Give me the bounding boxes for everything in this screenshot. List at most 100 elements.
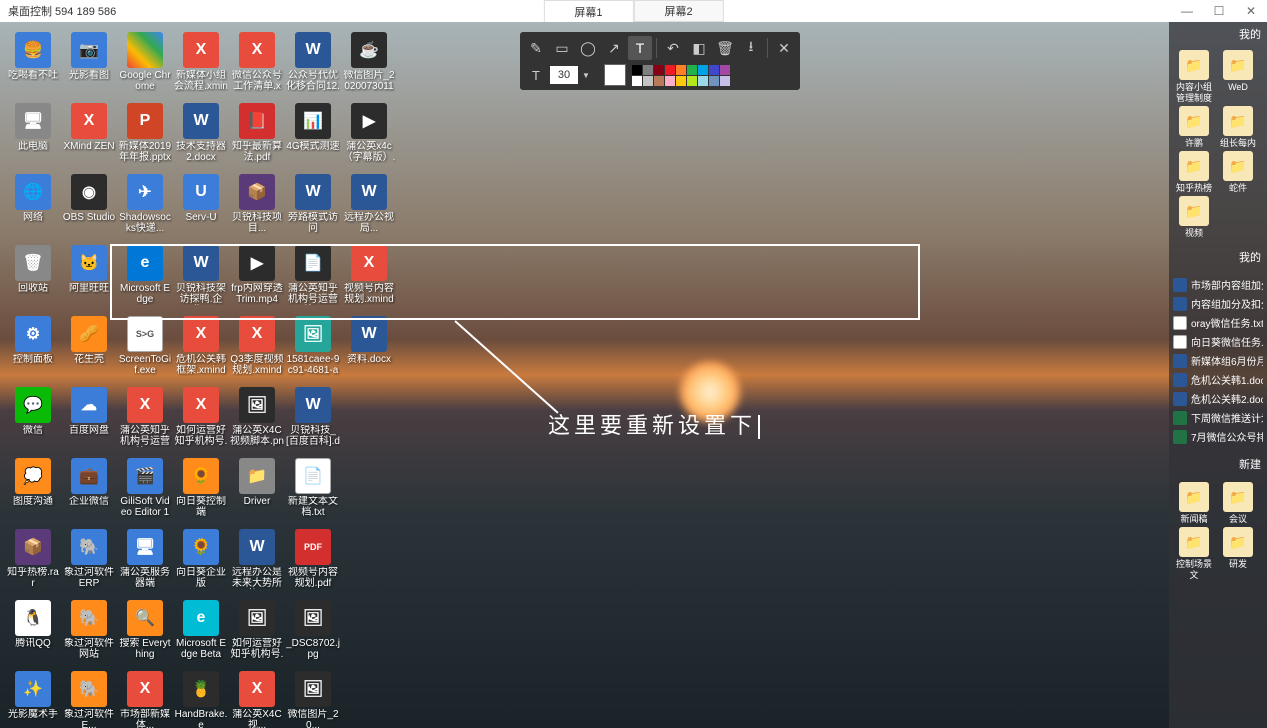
desktop-icon[interactable]: 🖼1581caee-9c91-4681-a0... (285, 316, 341, 387)
desktop-icon[interactable]: 🖼蒲公英X4C视频脚本.png (229, 387, 285, 458)
palette-color[interactable] (643, 65, 653, 75)
desktop-icon[interactable]: ⚙控制面板 (5, 316, 61, 387)
desktop-icon[interactable]: 🐘象过河软件E... (61, 671, 117, 728)
desktop-icon[interactable]: 🎬GiliSoft Video Editor 11... (117, 458, 173, 529)
desktop-icon[interactable]: 🐧腾讯QQ (5, 600, 61, 671)
rp-folder[interactable]: 📁研发 (1217, 527, 1259, 581)
desktop-icon[interactable]: 🖼微信图片_20... (285, 671, 341, 728)
desktop-icon[interactable]: 🔍搜索 Everything (117, 600, 173, 671)
desktop-icon[interactable]: 🖼如何运营好知乎机构号.png (229, 600, 285, 671)
tool-arrow[interactable]: ↗ (602, 36, 626, 60)
palette-color[interactable] (643, 76, 653, 86)
desktop-icon[interactable]: eMicrosoft Edge (117, 245, 173, 316)
desktop-icon[interactable]: 🖥此电脑 (5, 103, 61, 174)
desktop-icon[interactable]: Google Chrome (117, 32, 173, 103)
delete-button[interactable]: 🗑 (713, 36, 737, 60)
desktop-icon[interactable]: ✈Shadowsocks快递... (117, 174, 173, 245)
desktop-icon[interactable]: W旁路模式访问 (285, 174, 341, 245)
rp-file[interactable]: 危机公关韩1.docx (1173, 370, 1263, 389)
desktop-icon[interactable]: X市场部新媒体... (117, 671, 173, 728)
current-color-swatch[interactable] (604, 64, 626, 86)
desktop-icon[interactable]: W技术支持器2.docx (173, 103, 229, 174)
desktop-icon[interactable]: W公众号代优化移合同12.d... (285, 32, 341, 103)
desktop-icon[interactable]: W远程办公视局... (341, 174, 397, 245)
undo-button[interactable]: ↶ (661, 36, 685, 60)
desktop-icon[interactable]: 🐱阿里旺旺 (61, 245, 117, 316)
palette-color[interactable] (698, 76, 708, 86)
palette-color[interactable] (698, 65, 708, 75)
palette-color[interactable] (720, 76, 730, 86)
palette-color[interactable] (676, 65, 686, 75)
annotation-text[interactable]: 这里要重新设置下 (548, 408, 760, 440)
desktop-icon[interactable]: 🗑回收站 (5, 245, 61, 316)
rp-folder[interactable]: 📁新闻稿 (1173, 482, 1215, 525)
rp-folder[interactable]: 📁内容小组管理制度 (1173, 50, 1215, 104)
desktop-icon[interactable]: 🌐网络 (5, 174, 61, 245)
cancel-button[interactable]: ✕ (772, 36, 796, 60)
remote-desktop[interactable]: 🍔吃喝看不吐📷光影看图Google ChromeX新媒体小组会流程.xmindX… (0, 22, 1267, 728)
rp-file[interactable]: 内容组加分及扣分 (1173, 294, 1263, 313)
palette-color[interactable] (709, 76, 719, 86)
palette-color[interactable] (709, 65, 719, 75)
desktop-icon[interactable]: 📊4G模式测速 (285, 103, 341, 174)
download-button[interactable]: ⭳ (739, 36, 763, 60)
desktop-icon[interactable]: X微信公众号工作清单.xmind (229, 32, 285, 103)
tool-pencil[interactable]: ✎ (524, 36, 548, 60)
font-size-dropdown[interactable]: ▼ (580, 71, 592, 80)
rp-folder[interactable]: 📁控制场景文 (1173, 527, 1215, 581)
tab-screen1[interactable]: 屏幕1 (543, 0, 633, 22)
desktop-icon[interactable]: X蒲公英知乎机构号运营策... (117, 387, 173, 458)
desktop-icon[interactable]: 📄新建文本文档.txt (285, 458, 341, 529)
desktop-icon[interactable]: X视频号内容规划.xmind (341, 245, 397, 316)
desktop-icon[interactable]: 📕知乎最新算法.pdf (229, 103, 285, 174)
eraser-button[interactable]: ◧ (687, 36, 711, 60)
rp-folder[interactable]: 📁组长每内 (1217, 106, 1259, 149)
desktop-icon[interactable]: 🖼_DSC8702.jpg (285, 600, 341, 671)
palette-color[interactable] (654, 76, 664, 86)
desktop-icon[interactable]: 🍔吃喝看不吐 (5, 32, 61, 103)
rp-folder[interactable]: 📁知乎热榜 (1173, 151, 1215, 194)
palette-color[interactable] (687, 65, 697, 75)
rp-file[interactable]: 市场部内容组加分 (1173, 275, 1263, 294)
palette-color[interactable] (665, 65, 675, 75)
desktop-icon[interactable]: 🖥蒲公英服务器端 (117, 529, 173, 600)
desktop-icon[interactable]: 💼企业微信 (61, 458, 117, 529)
desktop-icon[interactable]: ✨光影魔术手 (5, 671, 61, 728)
desktop-icon[interactable]: W贝锐科技架访探鸭.企业... (173, 245, 229, 316)
tool-oval[interactable]: ◯ (576, 36, 600, 60)
tab-screen2[interactable]: 屏幕2 (634, 0, 724, 22)
desktop-icon[interactable]: 💬微信 (5, 387, 61, 458)
desktop-icon[interactable]: W贝锐科技_[百度百科].do... (285, 387, 341, 458)
desktop-icon[interactable]: XXMind ZEN (61, 103, 117, 174)
rp-folder[interactable]: 📁WeD (1217, 50, 1259, 104)
desktop-icon[interactable]: X如何运营好知乎机构号.x... (173, 387, 229, 458)
desktop-icon[interactable]: eMicrosoft Edge Beta (173, 600, 229, 671)
rp-file[interactable]: oray微信任务.txt (1173, 313, 1263, 332)
tool-rect[interactable]: ▭ (550, 36, 574, 60)
desktop-icon[interactable]: PDF视频号内容规划.pdf (285, 529, 341, 600)
desktop-icon[interactable]: ▶frp内网穿透Trim.mp4 (229, 245, 285, 316)
rp-folder[interactable]: 📁许鹏 (1173, 106, 1215, 149)
desktop-icon[interactable]: 📄蒲公英知乎机构号运营策... (285, 245, 341, 316)
desktop-icon[interactable]: XQ3季度视频规划.xmind (229, 316, 285, 387)
desktop-icon[interactable]: 📦知乎热榜.rar (5, 529, 61, 600)
font-size-input[interactable] (550, 66, 578, 84)
palette-color[interactable] (654, 65, 664, 75)
minimize-button[interactable]: — (1171, 0, 1203, 22)
maximize-button[interactable]: ☐ (1203, 0, 1235, 22)
desktop-icon[interactable]: 📁Driver (229, 458, 285, 529)
desktop-icon[interactable]: 🍍HandBrake.e (173, 671, 229, 728)
desktop-icon[interactable]: S>GScreenToGif.exe (117, 316, 173, 387)
palette-color[interactable] (632, 76, 642, 86)
desktop-icon[interactable]: X新媒体小组会流程.xmind (173, 32, 229, 103)
desktop-icon[interactable]: ◉OBS Studio (61, 174, 117, 245)
desktop-icon[interactable]: UServ-U (173, 174, 229, 245)
rp-folder[interactable]: 📁视频 (1173, 196, 1215, 239)
close-button[interactable]: ✕ (1235, 0, 1267, 22)
palette-color[interactable] (720, 65, 730, 75)
palette-color[interactable] (632, 65, 642, 75)
palette-color[interactable] (676, 76, 686, 86)
desktop-icon[interactable]: 🌻向日葵企业版 (173, 529, 229, 600)
desktop-icon[interactable]: X蒲公英X4C视... (229, 671, 285, 728)
desktop-icon[interactable]: ☁百度网盘 (61, 387, 117, 458)
